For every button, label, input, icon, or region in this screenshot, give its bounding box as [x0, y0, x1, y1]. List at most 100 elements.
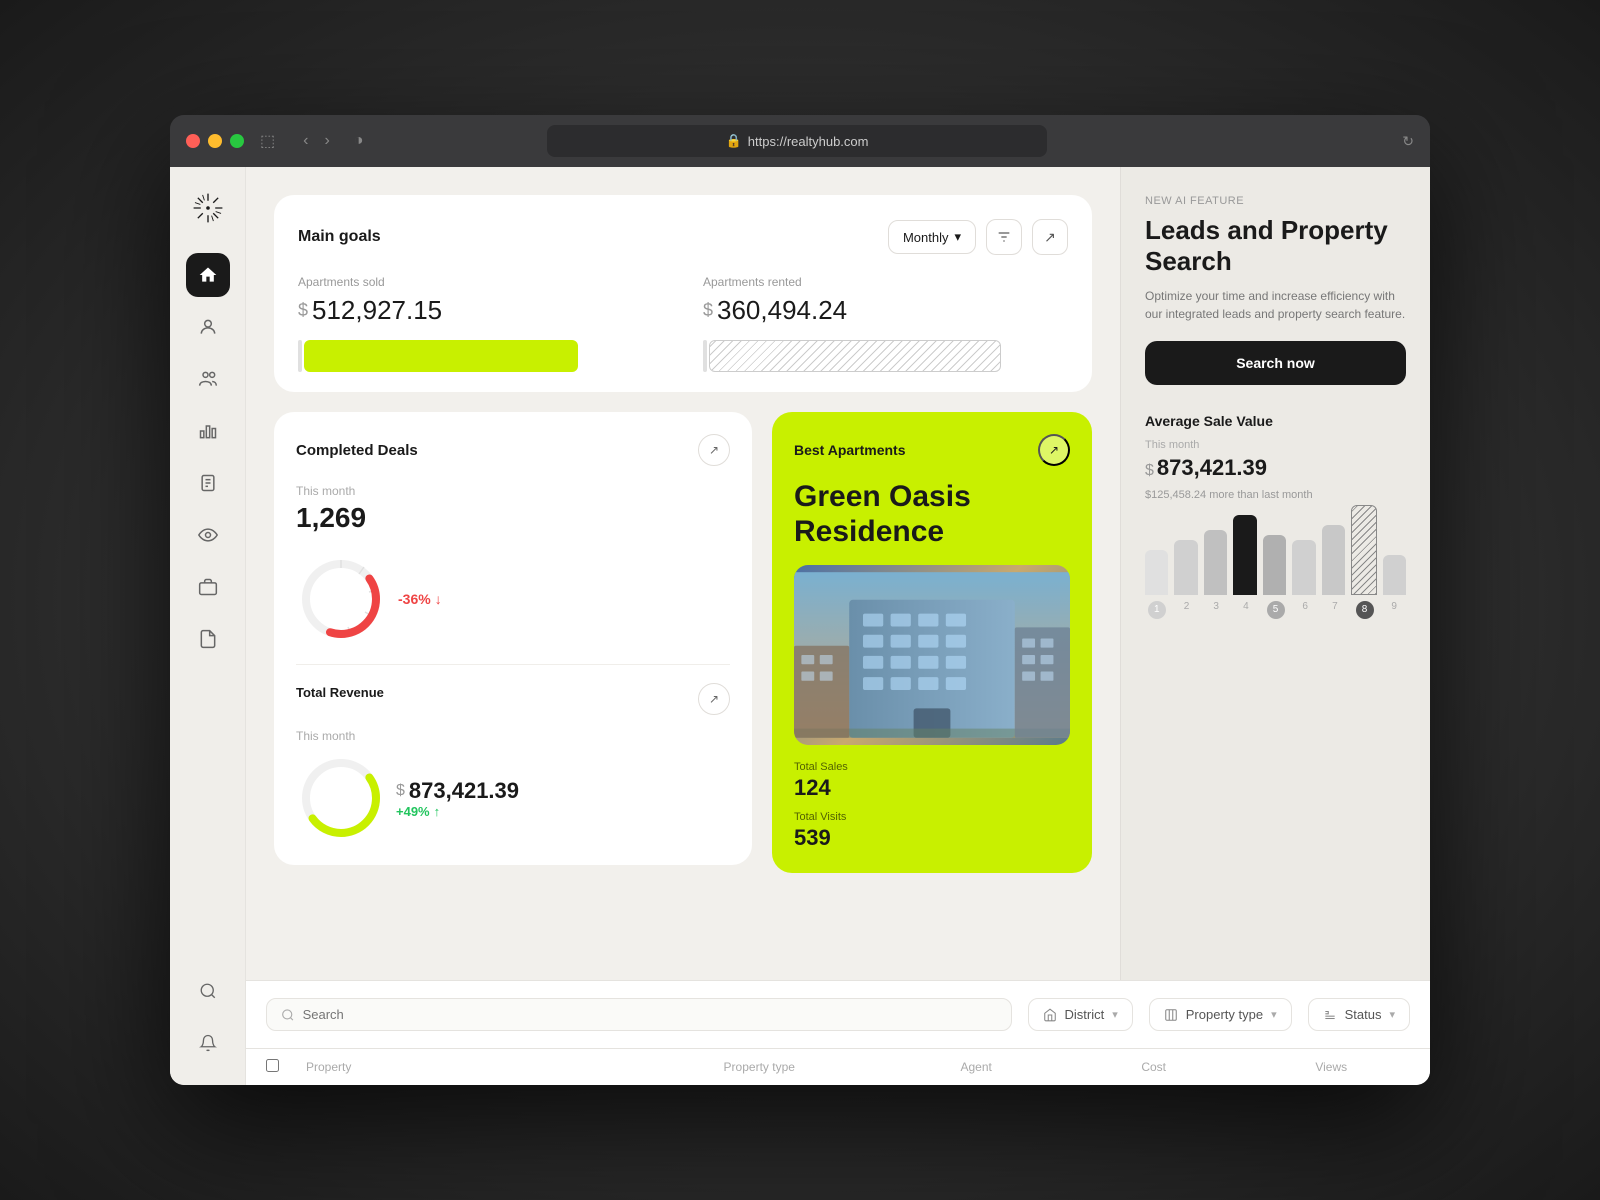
chart-bar-7: [1322, 525, 1345, 595]
chart-label-3: 3: [1204, 601, 1228, 619]
views-column-header: Views: [1252, 1060, 1410, 1074]
chart-label-7: 7: [1323, 601, 1347, 619]
up-arrow-icon: ↑: [434, 804, 441, 819]
forward-button[interactable]: ›: [320, 128, 333, 154]
bottom-bar: District ▾ Property type ▾ Status ▾: [246, 980, 1430, 1048]
chart-labels: 123456789: [1145, 601, 1406, 619]
sidebar-item-analytics[interactable]: [186, 409, 230, 453]
expand-deals-button[interactable]: ↗: [698, 434, 730, 466]
sold-bar: [298, 340, 663, 372]
sidebar: [170, 167, 246, 1085]
goals-card: Main goals Monthly ▾: [274, 195, 1092, 392]
expand-revenue-button[interactable]: ↗: [698, 683, 730, 715]
sidebar-item-reports[interactable]: [186, 461, 230, 505]
sidebar-item-home[interactable]: [186, 253, 230, 297]
deals-gauge-badge: -36% ↓: [398, 591, 442, 607]
expand-apartments-button[interactable]: ↗: [1038, 434, 1070, 466]
revenue-value: $ 873,421.39: [396, 778, 519, 804]
avg-value-row: $ 873,421.39 $125,458.24 more than last …: [1145, 455, 1406, 501]
search-input-container[interactable]: [266, 998, 1012, 1031]
ai-feature-description: Optimize your time and increase efficien…: [1145, 287, 1406, 323]
apt-total-visits: Total Visits 539: [794, 811, 1070, 851]
chart-label-4: 4: [1234, 601, 1258, 619]
monthly-label: Monthly: [903, 230, 949, 245]
cost-column-header: Cost: [1075, 1060, 1233, 1074]
logo: [187, 187, 229, 229]
apartment-image: [794, 565, 1070, 745]
total-visits-label: Total Visits: [794, 811, 1070, 823]
sidebar-bottom: [186, 969, 230, 1065]
status-dropdown[interactable]: Status ▾: [1308, 998, 1410, 1031]
deals-value: 1,269: [296, 502, 730, 534]
status-chevron-icon: ▾: [1389, 1008, 1395, 1021]
fullscreen-button[interactable]: [230, 134, 244, 148]
avg-this-month-label: This month: [1145, 439, 1406, 451]
revenue-title: Total Revenue: [296, 685, 384, 700]
chart-bar-8: [1351, 505, 1376, 595]
app-container: Main goals Monthly ▾: [170, 167, 1430, 1085]
revenue-gauge: [296, 753, 386, 843]
deals-gauge-container: -36% ↓: [296, 554, 730, 644]
search-icon: [281, 1008, 295, 1022]
left-panel: Main goals Monthly ▾: [246, 167, 1120, 980]
chart-bar-9: [1383, 555, 1406, 595]
sidebar-toggle-icon[interactable]: ⬚: [260, 131, 275, 151]
select-all-checkbox[interactable]: [266, 1059, 279, 1072]
goals-metrics: Apartments sold $ 512,927.15: [298, 275, 1068, 372]
district-dropdown[interactable]: District ▾: [1028, 998, 1133, 1031]
chart-label-1: 1: [1145, 601, 1169, 619]
sidebar-item-docs[interactable]: [186, 617, 230, 661]
ai-feature-title: Leads and Property Search: [1145, 215, 1406, 277]
deals-badge-value: -36%: [398, 591, 431, 607]
chart-bar-2: [1174, 540, 1197, 595]
search-now-button[interactable]: Search now: [1145, 341, 1406, 385]
sidebar-item-users[interactable]: [186, 357, 230, 401]
chart-bars: [1145, 515, 1406, 595]
back-button[interactable]: ‹: [299, 128, 312, 154]
apartments-rented-label: Apartments rented: [703, 275, 1068, 289]
refresh-icon[interactable]: ↻: [1402, 133, 1414, 150]
chart-bar-3: [1204, 530, 1227, 595]
goals-header: Main goals Monthly ▾: [298, 219, 1068, 255]
deals-header: Completed Deals ↗: [296, 434, 730, 466]
property-type-dropdown[interactable]: Property type ▾: [1149, 998, 1292, 1031]
filter-icon-button[interactable]: [986, 219, 1022, 255]
revenue-this-month: This month: [296, 729, 730, 743]
right-panel: New AI Feature Leads and Property Search…: [1120, 167, 1430, 980]
total-sales-label: Total Sales: [794, 761, 1070, 773]
browser-chrome: ⬚ ‹ › ◑ 🔒 https://realtyhub.com ↻: [170, 115, 1430, 167]
chart-label-2: 2: [1175, 601, 1199, 619]
address-bar[interactable]: 🔒 https://realtyhub.com: [547, 125, 1047, 157]
cards-row: Completed Deals ↗ This month 1,269: [274, 412, 1092, 873]
sidebar-item-contacts[interactable]: [186, 305, 230, 349]
lock-icon: 🔒: [726, 133, 742, 149]
search-input[interactable]: [303, 1007, 997, 1022]
rented-bar: [703, 340, 1068, 372]
district-icon: [1043, 1008, 1057, 1022]
sidebar-item-search[interactable]: [186, 969, 230, 1013]
completed-deals-card: Completed Deals ↗ This month 1,269: [274, 412, 752, 865]
close-button[interactable]: [186, 134, 200, 148]
sidebar-item-work[interactable]: [186, 565, 230, 609]
chart-bar-1: [1145, 550, 1168, 595]
table-checkbox-header: [266, 1059, 286, 1075]
apartments-rented-value: $ 360,494.24: [703, 295, 1068, 326]
building-illustration: [794, 565, 1070, 745]
browser-window: ⬚ ‹ › ◑ 🔒 https://realtyhub.com ↻: [170, 115, 1430, 1085]
sidebar-item-notifications[interactable]: [186, 1021, 230, 1065]
expand-goals-button[interactable]: ↗: [1032, 219, 1068, 255]
property-type-label: Property type: [1186, 1007, 1263, 1022]
apt-stats: Total Sales 124 Total Visits 539: [794, 761, 1070, 851]
currency-symbol: $: [298, 300, 308, 321]
sidebar-item-eye[interactable]: [186, 513, 230, 557]
monthly-button[interactable]: Monthly ▾: [888, 220, 976, 254]
apt-title: Best Apartments: [794, 442, 906, 458]
deals-gauge: [296, 554, 386, 644]
chart-label-5: 5: [1264, 601, 1288, 619]
goals-title: Main goals: [298, 228, 381, 246]
completed-deals-title: Completed Deals: [296, 442, 418, 459]
chart-label-8: 8: [1353, 601, 1377, 619]
minimize-button[interactable]: [208, 134, 222, 148]
theme-icon: ◑: [354, 132, 364, 150]
goals-controls: Monthly ▾ ↗: [888, 219, 1068, 255]
